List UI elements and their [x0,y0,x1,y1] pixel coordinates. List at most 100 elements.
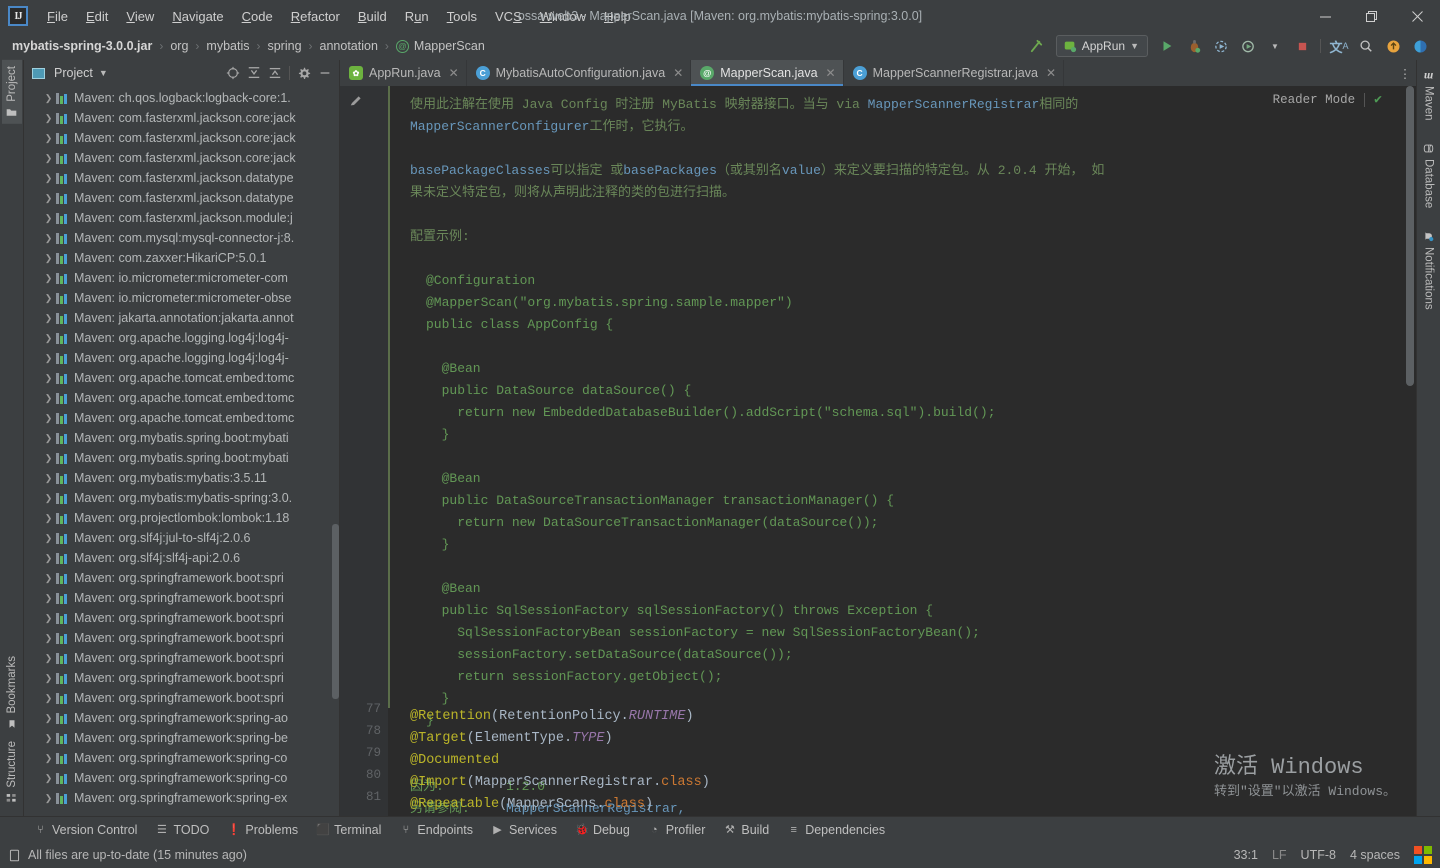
breadcrumb-current[interactable]: @ MapperScan [395,39,485,53]
menu-tools[interactable]: Tools [438,5,486,28]
tree-node[interactable]: ❯ Maven: org.slf4j:slf4j-api:2.0.6 [24,548,339,568]
editor-scrollbar[interactable] [1404,86,1416,816]
build-hammer-icon[interactable] [1025,35,1049,57]
tree-node[interactable]: ❯ Maven: com.fasterxml.jackson.module:j [24,208,339,228]
code-line[interactable]: @Retention(RetentionPolicy.RUNTIME) [410,706,1416,728]
chevron-right-icon[interactable]: ❯ [42,273,55,284]
tree-node[interactable]: ❯ Maven: org.springframework:spring-ex [24,788,339,808]
caret-position[interactable]: 33:1 [1234,848,1258,862]
toolwindow-endpoints[interactable]: ⑂ Endpoints [391,820,481,840]
stop-icon[interactable] [1290,35,1314,57]
menu-refactor[interactable]: Refactor [282,5,349,28]
code-line[interactable]: @Repeatable(MapperScans.class) [410,794,1416,816]
line-number[interactable]: 81 [366,786,381,808]
edit-pencil-icon[interactable] [349,94,363,108]
tree-node[interactable]: ❯ Maven: org.slf4j:jul-to-slf4j:2.0.6 [24,528,339,548]
run-configuration-selector[interactable]: AppRun ▼ [1055,35,1148,57]
chevron-right-icon[interactable]: ❯ [42,553,55,564]
chevron-right-icon[interactable]: ❯ [42,153,55,164]
chevron-right-icon[interactable]: ❯ [42,173,55,184]
chevron-right-icon[interactable]: ❯ [42,753,55,764]
doc-link-mapperscannerregistrar[interactable]: MapperScannerRegistrar [868,97,1040,112]
indent-setting[interactable]: 4 spaces [1350,848,1400,862]
line-number[interactable]: 78 [366,720,381,742]
tree-node[interactable]: ❯ Maven: org.apache.logging.log4j:log4j- [24,328,339,348]
tree-node[interactable]: ❯ Maven: io.micrometer:micrometer-com [24,268,339,288]
tree-node[interactable]: ❯ Maven: jakarta.annotation:jakarta.annot [24,308,339,328]
doc-link-basepackageclasses[interactable]: basePackageClasses [410,163,550,178]
chevron-right-icon[interactable]: ❯ [42,213,55,224]
tree-node[interactable]: ❯ Maven: com.fasterxml.jackson.core:jack [24,128,339,148]
breadcrumb-item-2[interactable]: mybatis [206,39,249,53]
menu-window[interactable]: Window [531,5,595,28]
line-number[interactable]: 80 [366,764,381,786]
chevron-right-icon[interactable]: ❯ [42,333,55,344]
tree-node[interactable]: ❯ Maven: org.mybatis:mybatis:3.5.11 [24,468,339,488]
tree-node[interactable]: ❯ Maven: org.apache.tomcat.embed:tomc [24,388,339,408]
tree-node[interactable]: ❯ Maven: com.fasterxml.jackson.datatype [24,188,339,208]
chevron-right-icon[interactable]: ❯ [42,313,55,324]
menu-help[interactable]: Help [595,5,640,28]
toolwindow-terminal[interactable]: ⬛ Terminal [308,820,389,840]
chevron-right-icon[interactable]: ❯ [42,633,55,644]
chevron-right-icon[interactable]: ❯ [42,533,55,544]
menu-build[interactable]: Build [349,5,396,28]
inspections-ok-icon[interactable]: ✔ [1374,92,1382,107]
chevron-right-icon[interactable]: ❯ [42,353,55,364]
project-tree-scrollbar[interactable] [332,86,339,816]
tree-node[interactable]: ❯ Maven: org.projectlombok:lombok:1.18 [24,508,339,528]
tree-node[interactable]: ❯ Maven: com.fasterxml.jackson.datatype [24,168,339,188]
editor-gutter[interactable]: 77−78798081− [340,86,397,816]
tab-mapperscannerregistrar[interactable]: C MapperScannerRegistrar.java ✕ [844,60,1065,86]
translate-icon[interactable]: 文A [1327,35,1351,57]
tree-node[interactable]: ❯ Maven: org.springframework:spring-be [24,728,339,748]
chevron-right-icon[interactable]: ❯ [42,773,55,784]
toolwindow-problems[interactable]: ❗ Problems [219,820,306,840]
chevron-right-icon[interactable]: ❯ [42,733,55,744]
more-tabs-icon[interactable]: ⋮ [1394,60,1416,86]
chevron-right-icon[interactable]: ❯ [42,413,55,424]
close-icon[interactable]: ✕ [826,66,836,80]
tab-mybatisautoconfiguration[interactable]: C MybatisAutoConfiguration.java ✕ [467,60,692,86]
chevron-right-icon[interactable]: ❯ [42,113,55,124]
tree-node[interactable]: ❯ Maven: org.springframework:spring-co [24,768,339,788]
tree-node[interactable]: ❯ Maven: org.mybatis.spring.boot:mybati [24,428,339,448]
scrollbar-thumb[interactable] [1406,86,1414,386]
chevron-right-icon[interactable]: ❯ [42,493,55,504]
doc-link-mapperscannerconfigurer[interactable]: MapperScannerConfigurer [410,119,589,134]
tree-node[interactable]: ❯ Maven: org.springframework.boot:spri [24,688,339,708]
hide-panel-icon[interactable] [315,63,335,83]
menu-edit[interactable]: Edit [77,5,117,28]
code-line[interactable]: @Import(MapperScannerRegistrar.class) [410,772,1416,794]
chevron-right-icon[interactable]: ❯ [42,693,55,704]
settings-gear-icon[interactable] [294,63,314,83]
code-line[interactable]: @Target(ElementType.TYPE) [410,728,1416,750]
tree-node[interactable]: ❯ Maven: org.springframework:spring-co [24,748,339,768]
chevron-right-icon[interactable]: ❯ [42,713,55,724]
source-code-lines[interactable]: @Retention(RetentionPolicy.RUNTIME) @Targ… [410,706,1416,816]
tree-node[interactable]: ❯ Maven: org.springframework.boot:spri [24,648,339,668]
breadcrumb-item-1[interactable]: org [170,39,188,53]
tree-node[interactable]: ❯ Maven: org.springframework.boot:spri [24,608,339,628]
chevron-right-icon[interactable]: ❯ [42,453,55,464]
tree-node[interactable]: ❯ Maven: org.springframework.boot:spri [24,668,339,688]
menu-run[interactable]: Run [396,5,438,28]
chevron-down-icon[interactable]: ▼ [1263,35,1287,57]
chevron-right-icon[interactable]: ❯ [42,373,55,384]
menu-file[interactable]: File [38,5,77,28]
run-icon[interactable] [1155,35,1179,57]
editor-text[interactable]: Reader Mode ✔ 使用此注解在使用 Java Config 时注册 M… [388,86,1416,816]
tree-node[interactable]: ❯ Maven: io.micrometer:micrometer-obse [24,288,339,308]
menu-navigate[interactable]: Navigate [163,5,232,28]
breadcrumb-item-3[interactable]: spring [267,39,301,53]
tree-node[interactable]: ❯ Maven: com.fasterxml.jackson.core:jack [24,148,339,168]
ide-theme-icon[interactable] [1408,35,1432,57]
close-icon[interactable]: ✕ [449,66,459,80]
updates-icon[interactable] [1381,35,1405,57]
expand-all-icon[interactable] [244,63,264,83]
chevron-right-icon[interactable]: ❯ [42,613,55,624]
sidebar-item-notifications[interactable]: Notifications [1419,224,1439,316]
close-button[interactable] [1394,0,1440,32]
toolwindow-build[interactable]: ⚒ Build [715,820,777,840]
chevron-right-icon[interactable]: ❯ [42,673,55,684]
